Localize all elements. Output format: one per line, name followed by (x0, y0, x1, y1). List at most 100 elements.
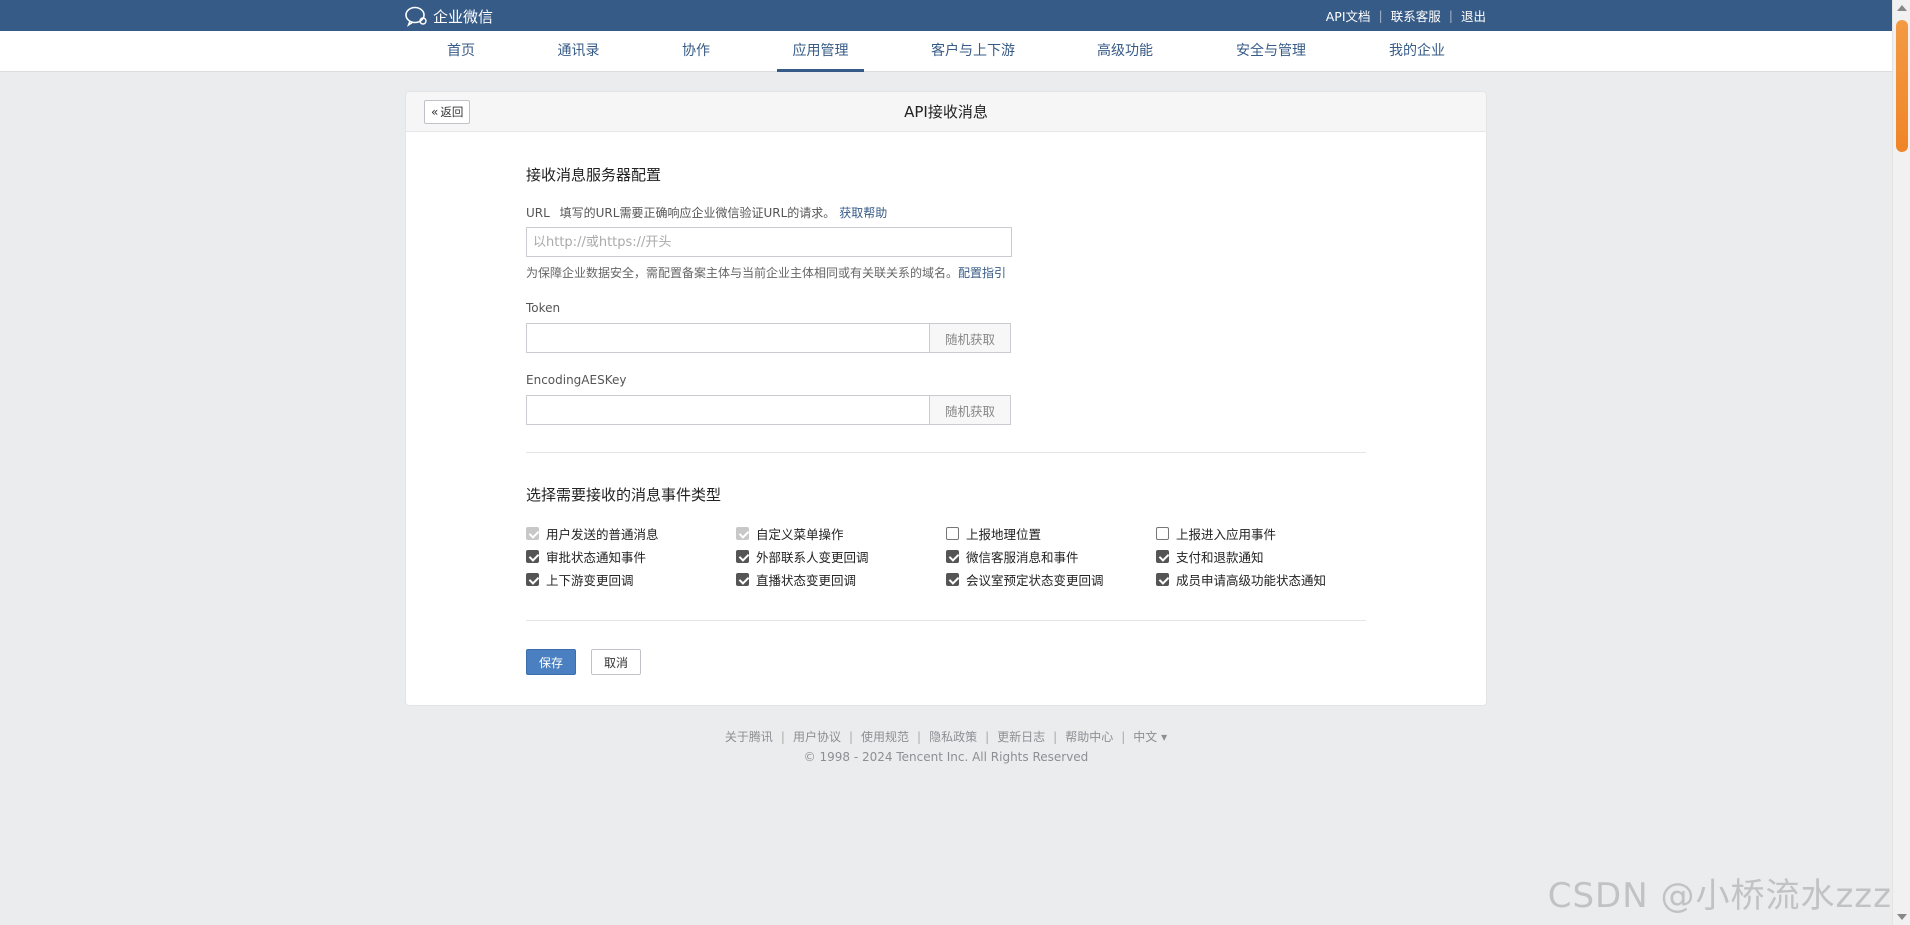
checkbox-icon[interactable] (1156, 573, 1169, 586)
event-checkbox[interactable]: 上下游变更回调 (526, 570, 634, 589)
language-selector[interactable]: 中文 ▾ (1133, 730, 1167, 744)
footer-rules-link[interactable]: 使用规范 (861, 730, 909, 744)
event-checkbox[interactable]: 上报地理位置 (946, 524, 1041, 543)
nav-my-enterprise[interactable]: 我的企业 (1383, 31, 1451, 72)
event-label: 支付和退款通知 (1176, 550, 1264, 565)
nav-advanced[interactable]: 高级功能 (1091, 31, 1159, 72)
event-label: 自定义菜单操作 (756, 527, 844, 542)
get-help-link[interactable]: 获取帮助 (839, 206, 887, 220)
config-guide-link[interactable]: 配置指引 (958, 266, 1006, 280)
checkbox-icon[interactable] (1156, 550, 1169, 563)
event-checkbox[interactable]: 直播状态变更回调 (736, 570, 856, 589)
checkbox-icon[interactable] (736, 550, 749, 563)
separator: | (1121, 730, 1126, 744)
event-label: 微信客服消息和事件 (966, 550, 1079, 565)
separator: | (985, 730, 990, 744)
cancel-button[interactable]: 取消 (591, 649, 641, 675)
api-docs-link[interactable]: API文档 (1326, 6, 1371, 25)
event-checkbox[interactable]: 外部联系人变更回调 (736, 547, 869, 566)
events-section-title: 选择需要接收的消息事件类型 (526, 486, 722, 504)
separator: | (917, 730, 922, 744)
main-nav: 首页 通讯录 协作 应用管理 客户与上下游 高级功能 安全与管理 我的企业 (0, 31, 1892, 72)
event-checkbox[interactable]: 用户发送的普通消息 (526, 524, 659, 543)
event-label: 会议室预定状态变更回调 (966, 573, 1104, 588)
url-input[interactable] (526, 227, 1012, 257)
nav-home[interactable]: 首页 (441, 31, 481, 72)
event-label: 上下游变更回调 (546, 573, 634, 588)
separator: | (780, 730, 785, 744)
page-scrollbar[interactable] (1892, 0, 1910, 925)
event-checkbox[interactable]: 审批状态通知事件 (526, 547, 646, 566)
checkbox-icon[interactable] (526, 550, 539, 563)
separator: | (1448, 8, 1453, 23)
event-label: 成员申请高级功能状态通知 (1176, 573, 1327, 588)
checkbox-icon[interactable] (736, 573, 749, 586)
checkbox-icon[interactable] (526, 573, 539, 586)
security-hint-text: 为保障企业数据安全，需配置备案主体与当前企业主体相同或有关联关系的域名。 (526, 266, 959, 280)
server-config-title: 接收消息服务器配置 (526, 166, 662, 184)
brand-name: 企业微信 (433, 7, 494, 26)
footer-privacy-link[interactable]: 隐私政策 (929, 730, 977, 744)
back-button[interactable]: « 返回 (424, 100, 471, 124)
aeskey-random-button[interactable]: 随机获取 (929, 395, 1011, 425)
url-description: 填写的URL需要正确响应企业微信验证URL的请求。 (559, 206, 836, 220)
checkbox-icon[interactable] (946, 527, 959, 540)
footer-changelog-link[interactable]: 更新日志 (997, 730, 1045, 744)
event-label: 上报进入应用事件 (1176, 527, 1277, 542)
footer-terms-link[interactable]: 用户协议 (793, 730, 841, 744)
footer-about-link[interactable]: 关于腾讯 (725, 730, 773, 744)
top-links: API文档 | 联系客服 | 退出 (1326, 0, 1486, 31)
logout-link[interactable]: 退出 (1461, 6, 1486, 25)
scroll-down-arrow-icon[interactable] (1897, 914, 1907, 920)
checkbox-icon[interactable] (1156, 527, 1169, 540)
event-checkbox[interactable]: 微信客服消息和事件 (946, 547, 1079, 566)
event-checkbox[interactable]: 成员申请高级功能状态通知 (1156, 570, 1326, 589)
footer-help-link[interactable]: 帮助中心 (1065, 730, 1113, 744)
event-label: 审批状态通知事件 (546, 550, 647, 565)
domain-security-hint: 为保障企业数据安全，需配置备案主体与当前企业主体相同或有关联关系的域名。配置指引 (526, 264, 1006, 281)
event-label: 用户发送的普通消息 (546, 527, 659, 542)
nav-contacts[interactable]: 通讯录 (551, 31, 606, 72)
separator: | (1378, 8, 1383, 23)
checkbox-icon[interactable] (736, 527, 749, 540)
event-checkbox[interactable]: 会议室预定状态变更回调 (946, 570, 1104, 589)
nav-app-management[interactable]: 应用管理 (777, 31, 864, 72)
checkbox-icon[interactable] (946, 550, 959, 563)
separator: | (1053, 730, 1058, 744)
top-bar: 企业微信 API文档 | 联系客服 | 退出 (0, 0, 1892, 31)
event-label: 外部联系人变更回调 (756, 550, 869, 565)
divider (526, 452, 1366, 453)
scroll-thumb[interactable] (1896, 20, 1908, 152)
token-input[interactable] (526, 323, 932, 353)
event-checkbox[interactable]: 自定义菜单操作 (736, 524, 844, 543)
event-checkbox[interactable]: 支付和退款通知 (1156, 547, 1264, 566)
divider (526, 620, 1366, 621)
separator: | (848, 730, 854, 744)
aeskey-input[interactable] (526, 395, 932, 425)
wecom-logo-icon (405, 6, 427, 27)
watermark: CSDN @小桥流水zzz (1547, 876, 1892, 916)
token-label: Token (526, 301, 561, 315)
event-label: 直播状态变更回调 (756, 573, 857, 588)
save-button[interactable]: 保存 (526, 649, 576, 675)
checkbox-icon[interactable] (526, 527, 539, 540)
copyright: © 1998 - 2024 Tencent Inc. All Rights Re… (803, 750, 1089, 764)
event-label: 上报地理位置 (966, 527, 1042, 542)
nav-security[interactable]: 安全与管理 (1230, 31, 1312, 72)
token-random-button[interactable]: 随机获取 (929, 323, 1011, 353)
card-header: API接收消息 « 返回 (406, 92, 1486, 132)
checkbox-icon[interactable] (946, 573, 959, 586)
back-label: 返回 (440, 105, 464, 119)
page-title: API接收消息 (904, 103, 988, 121)
aeskey-label: EncodingAESKey (526, 373, 627, 387)
nav-collaboration[interactable]: 协作 (676, 31, 716, 72)
brand-logo[interactable]: 企业微信 (404, 5, 493, 27)
double-chevron-left-icon: « (431, 105, 439, 119)
nav-customers[interactable]: 客户与上下游 (927, 31, 1019, 72)
footer-links: 关于腾讯 | 用户协议 | 使用规范 | 隐私政策 | 更新日志 | 帮助中心 | 中文 ▾ (0, 728, 1892, 745)
event-checkbox[interactable]: 上报进入应用事件 (1156, 524, 1276, 543)
api-receive-card: API接收消息 « 返回 接收消息服务器配置 URL 填写的URL需要正确响应企… (406, 92, 1486, 705)
scroll-up-arrow-icon[interactable] (1897, 5, 1907, 11)
url-label-row: URL 填写的URL需要正确响应企业微信验证URL的请求。 获取帮助 (526, 204, 887, 221)
contact-support-link[interactable]: 联系客服 (1391, 6, 1441, 25)
